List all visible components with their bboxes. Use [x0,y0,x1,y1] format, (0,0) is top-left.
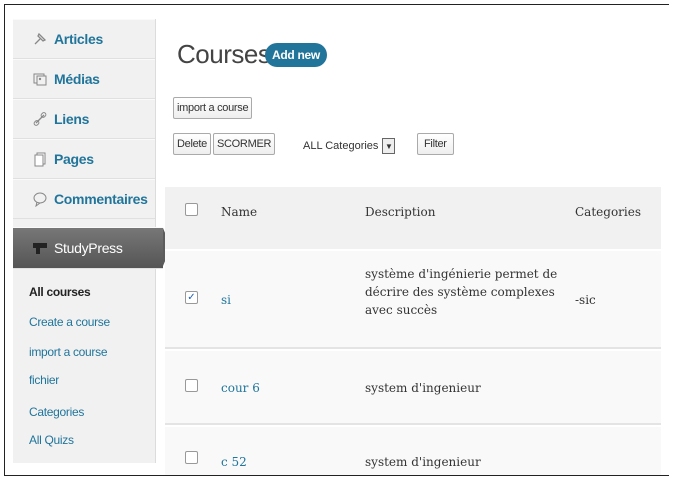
menu-label: Pages [54,151,94,167]
table-row: c 52 system d'ingenieur [165,425,661,475]
submenu-fichier[interactable]: fichier [29,373,59,387]
window-frame: Articles Médias Liens Pages Commentaires [4,4,669,476]
category-select-value: ALL Categories [303,140,379,152]
scormer-button[interactable]: SCORMER [213,133,276,155]
comment-icon [31,190,49,208]
course-name-link[interactable]: c 52 [221,455,247,469]
course-description: system d'ingenieur [365,381,481,395]
page-icon [31,150,49,168]
studypress-icon [31,239,49,257]
menu-label: StudyPress [54,240,123,256]
header-name[interactable]: Name [221,205,257,219]
row-checkbox[interactable] [185,451,198,464]
row-checkbox[interactable]: ✓ [185,291,198,304]
menu-item-articles[interactable]: Articles [13,19,155,59]
menu-label: Articles [54,31,103,47]
table-header: Name Description Categories [165,185,661,251]
menu-item-medias[interactable]: Médias [13,59,155,99]
filter-button[interactable]: Filter [417,133,454,155]
menu-item-pages[interactable]: Pages [13,139,155,179]
add-new-button[interactable]: Add new [265,43,327,67]
chevron-down-icon[interactable]: ▼ [382,138,396,154]
submenu-import-course[interactable]: import a course [29,345,108,359]
course-categories: -sic [575,293,596,307]
row-checkbox[interactable] [185,379,198,392]
course-description: décrire des système complexes [365,285,555,299]
course-description: système d'ingénierie permet de [365,267,558,281]
course-name-link[interactable]: si [221,293,231,307]
menu-label: Médias [54,71,100,87]
table-row: cour 6 system d'ingenieur [165,349,661,425]
submenu-all-quizs[interactable]: All Quizs [29,433,74,447]
media-icon [31,70,49,88]
table-row: ✓ si système d'ingénierie permet de décr… [165,249,661,349]
select-all-checkbox[interactable] [185,203,198,216]
submenu-categories[interactable]: Categories [29,405,84,419]
category-select[interactable]: ALL Categories ▼ [303,135,396,157]
main-content: Courses Add new import a course Delete S… [165,19,669,475]
menu-label: Liens [54,111,90,127]
link-icon [31,110,49,128]
header-categories: Categories [575,205,641,219]
submenu-create-course[interactable]: Create a course [29,315,110,329]
submenu-all-courses[interactable]: All courses [29,285,91,299]
pin-icon [31,30,49,48]
course-description: avec succès [365,303,438,317]
page-title: Courses [177,39,271,69]
menu-label: Commentaires [54,191,148,207]
admin-sidebar: Articles Médias Liens Pages Commentaires [13,19,171,463]
delete-button[interactable]: Delete [173,133,211,155]
course-description: system d'ingenieur [365,455,481,469]
menu-item-studypress[interactable]: StudyPress [13,227,171,269]
menu-item-liens[interactable]: Liens [13,99,155,139]
course-name-link[interactable]: cour 6 [221,381,260,395]
import-course-button[interactable]: import a course [173,97,253,119]
menu-item-commentaires[interactable]: Commentaires [13,179,155,219]
header-description: Description [365,205,436,219]
